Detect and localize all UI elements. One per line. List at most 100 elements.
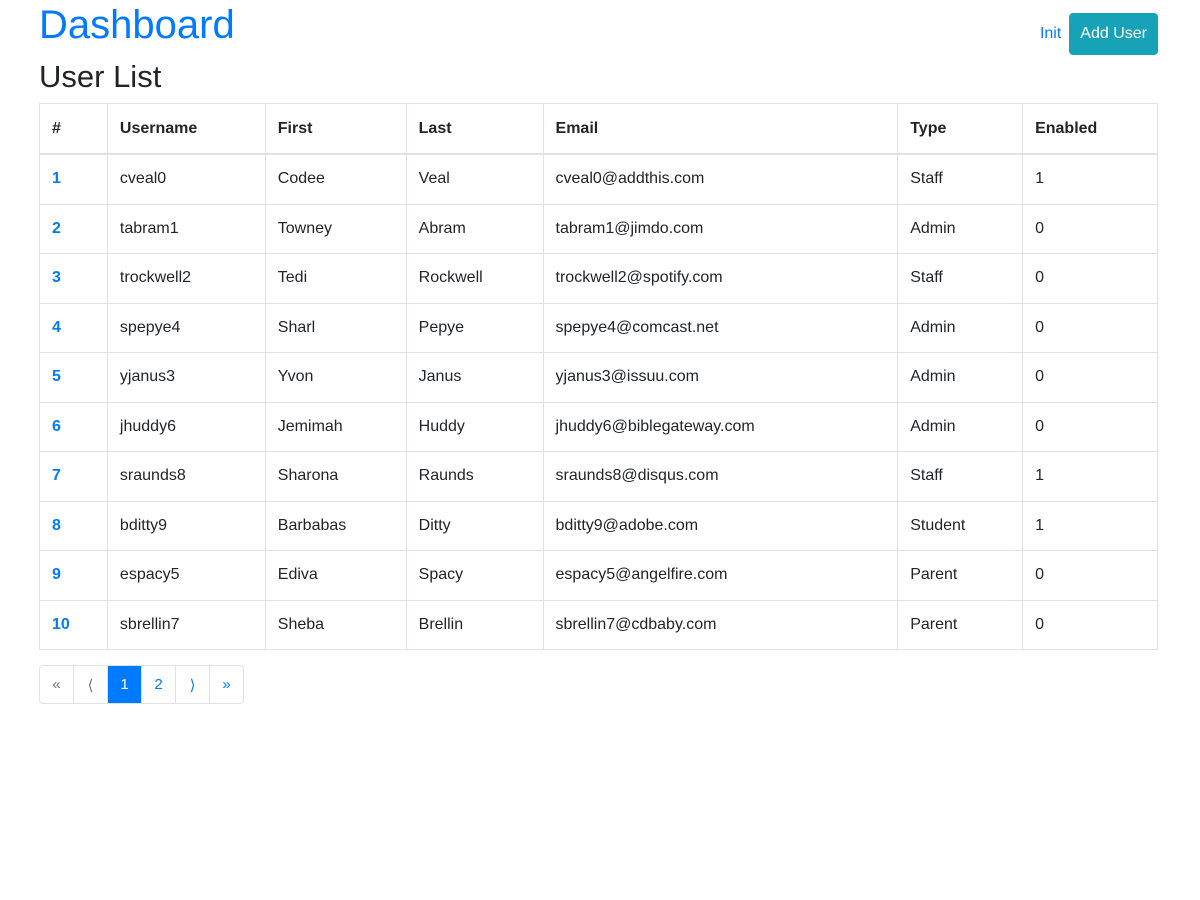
cell-last: Pepye xyxy=(405,302,544,353)
column-header: Email xyxy=(542,103,899,155)
column-header: Last xyxy=(405,103,544,155)
cell-email: trockwell2@spotify.com xyxy=(542,253,899,304)
cell-first: Sheba xyxy=(264,599,407,650)
cell-type: Staff xyxy=(897,253,1024,304)
cell-email: yjanus3@issuu.com xyxy=(542,352,899,403)
cell-id: 1 xyxy=(39,153,108,205)
cell-type: Student xyxy=(897,500,1024,551)
cell-id: 3 xyxy=(39,253,108,304)
cell-first: Ediva xyxy=(264,550,407,601)
cell-enabled: 0 xyxy=(1022,203,1158,254)
cell-last: Huddy xyxy=(405,401,544,452)
cell-last: Janus xyxy=(405,352,544,403)
cell-enabled: 0 xyxy=(1022,599,1158,650)
cell-enabled: 1 xyxy=(1022,451,1158,502)
column-header: First xyxy=(264,103,407,155)
prev-page-button[interactable]: ⟨ xyxy=(73,666,107,703)
cell-first: Towney xyxy=(264,203,407,254)
user-id-link[interactable]: 9 xyxy=(52,566,61,583)
cell-id: 7 xyxy=(39,451,108,502)
user-id-link[interactable]: 1 xyxy=(52,170,61,187)
cell-username: yjanus3 xyxy=(106,352,266,403)
cell-username: espacy5 xyxy=(106,550,266,601)
table-row: 4 spepye4 Sharl Pepye spepye4@comcast.net Adm… xyxy=(39,302,1158,353)
cell-enabled: 0 xyxy=(1022,401,1158,452)
cell-last: Rockwell xyxy=(405,253,544,304)
cell-type: Parent xyxy=(897,599,1024,650)
cell-first: Sharl xyxy=(264,302,407,353)
cell-email: jhuddy6@biblegateway.com xyxy=(542,401,899,452)
cell-username: sbrellin7 xyxy=(106,599,266,650)
cell-type: Staff xyxy=(897,451,1024,502)
cell-type: Parent xyxy=(897,550,1024,601)
user-id-link[interactable]: 4 xyxy=(52,319,61,336)
cell-id: 8 xyxy=(39,500,108,551)
cell-last: Veal xyxy=(405,153,544,205)
user-id-link[interactable]: 5 xyxy=(52,368,61,385)
cell-first: Barbabas xyxy=(264,500,407,551)
first-page-button[interactable]: « xyxy=(40,666,73,703)
cell-username: tabram1 xyxy=(106,203,266,254)
add-user-button[interactable]: Add User xyxy=(1069,13,1158,55)
cell-last: Spacy xyxy=(405,550,544,601)
cell-username: trockwell2 xyxy=(106,253,266,304)
table-row: 8 bditty9 Barbabas Ditty bditty9@adobe.com St… xyxy=(39,500,1158,551)
column-header: Username xyxy=(106,103,266,155)
table-row: 10 sbrellin7 Sheba Brellin sbrellin7@cdbaby.… xyxy=(39,599,1158,650)
user-id-link[interactable]: 2 xyxy=(52,220,61,237)
cell-id: 4 xyxy=(39,302,108,353)
cell-email: espacy5@angelfire.com xyxy=(542,550,899,601)
cell-last: Brellin xyxy=(405,599,544,650)
column-header: # xyxy=(39,103,108,155)
section-title: User List xyxy=(39,59,162,94)
cell-first: Codee xyxy=(264,153,407,205)
cell-type: Admin xyxy=(897,302,1024,353)
cell-id: 10 xyxy=(39,599,108,650)
user-id-link[interactable]: 3 xyxy=(52,269,61,286)
pagination: « ⟨ 1 2 ⟩ » xyxy=(39,665,244,704)
page-title: Dashboard xyxy=(39,3,235,47)
cell-id: 5 xyxy=(39,352,108,403)
cell-first: Jemimah xyxy=(264,401,407,452)
cell-type: Staff xyxy=(897,153,1024,205)
cell-enabled: 1 xyxy=(1022,153,1158,205)
table-row: 2 tabram1 Towney Abram tabram1@jimdo.com Admi… xyxy=(39,203,1158,254)
user-id-link[interactable]: 6 xyxy=(52,418,61,435)
cell-enabled: 0 xyxy=(1022,550,1158,601)
last-page-button[interactable]: » xyxy=(209,666,243,703)
header-actions: Init Add User xyxy=(1040,13,1158,55)
cell-type: Admin xyxy=(897,401,1024,452)
cell-type: Admin xyxy=(897,203,1024,254)
cell-email: spepye4@comcast.net xyxy=(542,302,899,353)
cell-first: Sharona xyxy=(264,451,407,502)
cell-email: sbrellin7@cdbaby.com xyxy=(542,599,899,650)
cell-username: spepye4 xyxy=(106,302,266,353)
cell-username: jhuddy6 xyxy=(106,401,266,452)
cell-last: Raunds xyxy=(405,451,544,502)
cell-first: Tedi xyxy=(264,253,407,304)
cell-enabled: 0 xyxy=(1022,302,1158,353)
cell-username: cveal0 xyxy=(106,153,266,205)
cell-id: 9 xyxy=(39,550,108,601)
next-page-button[interactable]: ⟩ xyxy=(175,666,209,703)
user-id-link[interactable]: 8 xyxy=(52,517,61,534)
cell-id: 6 xyxy=(39,401,108,452)
column-header: Enabled xyxy=(1022,103,1158,155)
cell-last: Ditty xyxy=(405,500,544,551)
cell-id: 2 xyxy=(39,203,108,254)
table-row: 1 cveal0 Codee Veal cveal0@addthis.com Staff 1 xyxy=(39,153,1158,205)
cell-enabled: 1 xyxy=(1022,500,1158,551)
cell-email: cveal0@addthis.com xyxy=(542,153,899,205)
cell-first: Yvon xyxy=(264,352,407,403)
init-link[interactable]: Init xyxy=(1040,25,1061,43)
cell-email: sraunds8@disqus.com xyxy=(542,451,899,502)
user-id-link[interactable]: 7 xyxy=(52,467,61,484)
table-header-row: # Username First Last Email Type Enabled xyxy=(39,103,1158,155)
cell-enabled: 0 xyxy=(1022,352,1158,403)
cell-email: tabram1@jimdo.com xyxy=(542,203,899,254)
cell-type: Admin xyxy=(897,352,1024,403)
page-1-button[interactable]: 1 xyxy=(107,666,141,703)
table-row: 6 jhuddy6 Jemimah Huddy jhuddy6@biblegateway… xyxy=(39,401,1158,452)
page-2-button[interactable]: 2 xyxy=(141,666,175,703)
user-id-link[interactable]: 10 xyxy=(52,616,70,633)
